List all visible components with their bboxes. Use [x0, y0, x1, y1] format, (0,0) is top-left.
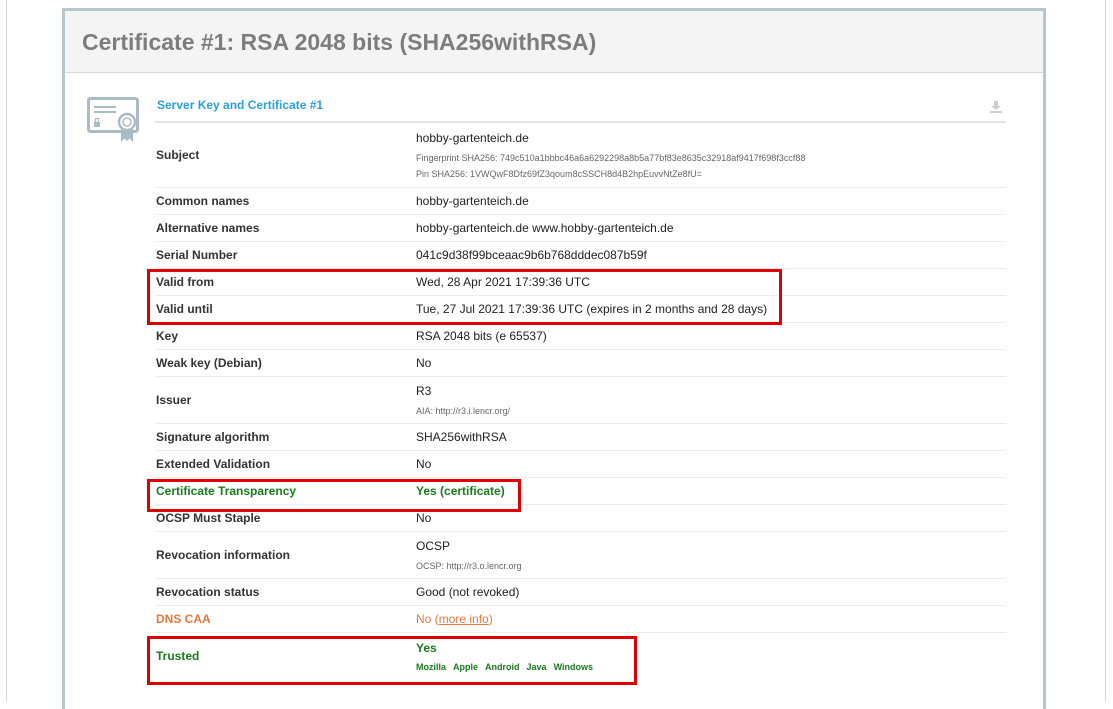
key-label: Key	[156, 329, 179, 343]
issuer-value: R3	[416, 384, 432, 398]
subject-label: Subject	[156, 148, 200, 162]
certificate-panel: Certificate #1: RSA 2048 bits (SHA256wit…	[62, 8, 1046, 709]
revocation-information-label: Revocation information	[156, 548, 291, 562]
row-serial-number: Serial Number 041c9d38f99bceaac9b6b768dd…	[155, 242, 1006, 269]
validity-highlight-box	[147, 269, 782, 325]
trusted-highlight-box	[147, 636, 637, 685]
download-icon[interactable]	[989, 100, 1003, 114]
section-title: Server Key and Certificate #1	[157, 98, 324, 112]
certificate-icon	[87, 97, 139, 142]
certificate-header: Certificate #1: RSA 2048 bits (SHA256wit…	[65, 11, 1043, 73]
transparency-highlight-box	[147, 479, 521, 512]
dns-caa-close-paren: )	[488, 612, 493, 626]
key-value: RSA 2048 bits (e 65537)	[416, 329, 547, 343]
subject-value-group: hobby-gartenteich.de Fingerprint SHA256:…	[416, 123, 805, 187]
issuer-aia: AIA: http://r3.i.lencr.org/	[416, 406, 511, 416]
common-names-value: hobby-gartenteich.de	[416, 194, 529, 208]
row-extended-validation: Extended Validation No	[155, 451, 1006, 478]
more-info-link[interactable]: more info	[439, 612, 489, 626]
alternative-names-label: Alternative names	[156, 221, 260, 235]
common-names-label: Common names	[156, 194, 250, 208]
row-key: Key RSA 2048 bits (e 65537)	[155, 323, 1006, 350]
extended-validation-value: No	[416, 457, 432, 471]
signature-algorithm-label: Signature algorithm	[156, 430, 270, 444]
ocsp-url: OCSP: http://r3.o.lencr.org	[416, 561, 522, 571]
dns-caa-label: DNS CAA	[156, 612, 211, 626]
row-signature-algorithm: Signature algorithm SHA256withRSA	[155, 424, 1006, 451]
alternative-names-value: hobby-gartenteich.de www.hobby-gartentei…	[416, 221, 674, 235]
certificate-title: Certificate #1: RSA 2048 bits (SHA256wit…	[82, 29, 597, 55]
row-issuer: Issuer R3 AIA: http://r3.i.lencr.org/	[155, 377, 1006, 424]
signature-algorithm-value: SHA256withRSA	[416, 430, 507, 444]
row-subject: Subject hobby-gartenteich.de Fingerprint…	[155, 123, 1006, 188]
row-dns-caa: DNS CAA No (more info)	[155, 606, 1006, 633]
dns-caa-value-line: No (more info)	[416, 612, 493, 626]
dns-caa-open-paren: (	[431, 612, 439, 626]
revocation-status-label: Revocation status	[156, 585, 260, 599]
fingerprint-sha256: Fingerprint SHA256: 749c510a1bbbc46a6a62…	[416, 153, 806, 163]
certificate-details-table: Subject hobby-gartenteich.de Fingerprint…	[155, 123, 1006, 679]
revocation-information-value: OCSP	[416, 539, 451, 553]
weak-key-label: Weak key (Debian)	[156, 356, 262, 370]
row-weak-key: Weak key (Debian) No	[155, 350, 1006, 377]
row-revocation-status: Revocation status Good (not revoked)	[155, 579, 1006, 606]
row-alternative-names: Alternative names hobby-gartenteich.de w…	[155, 215, 1006, 242]
revocation-status-value: Good (not revoked)	[416, 585, 520, 599]
issuer-label: Issuer	[156, 393, 192, 407]
serial-number-label: Serial Number	[156, 248, 238, 262]
extended-validation-label: Extended Validation	[156, 457, 271, 471]
weak-key-value: No	[416, 356, 432, 370]
page-left-border	[6, 0, 7, 701]
row-revocation-information: Revocation information OCSP OCSP: http:/…	[155, 532, 1006, 579]
serial-number-value: 041c9d38f99bceaac9b6b768dddec087b59f	[416, 248, 647, 262]
issuer-value-group: R3 AIA: http://r3.i.lencr.org/	[416, 377, 510, 423]
page-right-border	[1105, 0, 1106, 701]
dns-caa-value: No	[416, 612, 432, 626]
subject-value: hobby-gartenteich.de	[416, 131, 529, 145]
row-common-names: Common names hobby-gartenteich.de	[155, 188, 1006, 215]
pin-sha256: Pin SHA256: 1VWQwF8Dfz69fZ3qoum8cSSCH8d4…	[416, 169, 702, 179]
revocation-information-value-group: OCSP OCSP: http://r3.o.lencr.org	[416, 532, 522, 578]
dns-caa-value-group: No (more info)	[416, 606, 493, 632]
